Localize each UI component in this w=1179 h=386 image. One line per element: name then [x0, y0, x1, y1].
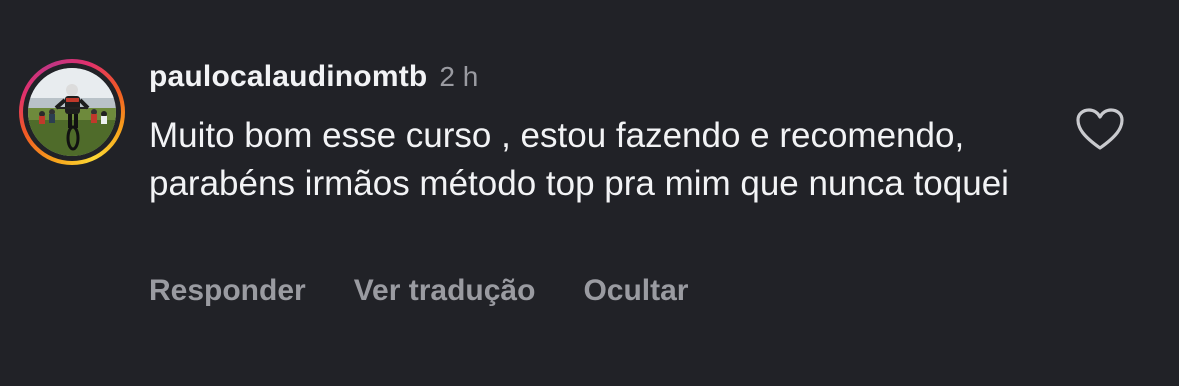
- story-ring[interactable]: [19, 59, 125, 165]
- username[interactable]: paulocalaudinomtb: [149, 60, 427, 94]
- comment-text: Muito bom esse curso , estou fazendo e r…: [149, 116, 1009, 203]
- avatar-gap: [23, 63, 121, 161]
- reply-button[interactable]: Responder: [149, 274, 306, 308]
- comment-header: paulocalaudinomtb 2 h: [149, 60, 478, 104]
- translate-button[interactable]: Ver tradução: [354, 274, 536, 308]
- avatar-photo: [28, 68, 116, 156]
- comment: paulocalaudinomtb 2 h Muito bom esse cur…: [0, 0, 1179, 386]
- heart-outline-icon[interactable]: [1075, 107, 1125, 151]
- timestamp: 2 h: [439, 61, 479, 92]
- avatar[interactable]: [28, 68, 116, 156]
- comment-actions: Responder Ver tradução Ocultar: [149, 274, 688, 308]
- hide-button[interactable]: Ocultar: [583, 274, 688, 308]
